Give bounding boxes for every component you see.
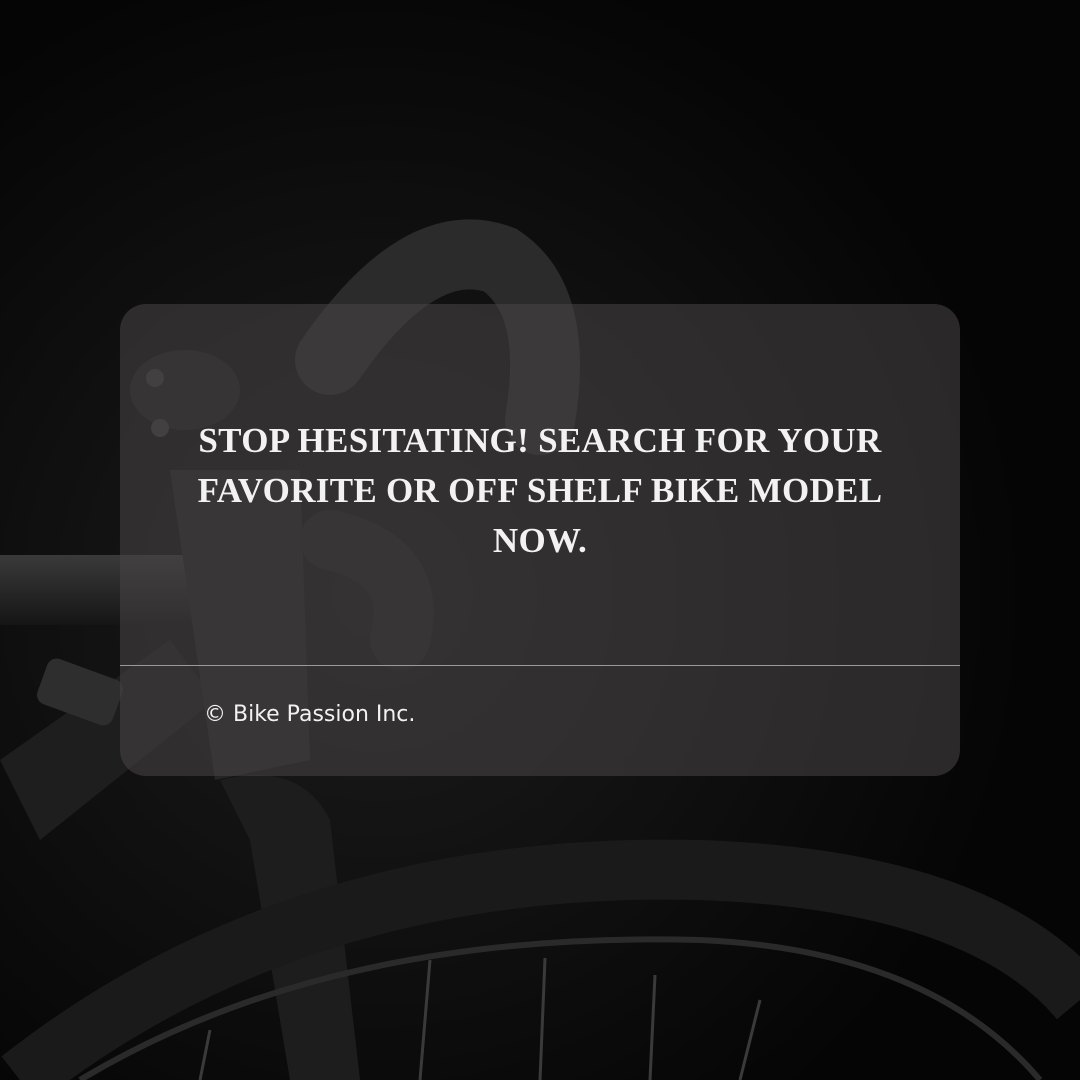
headline: STOP HESITATING! SEARCH FOR YOUR FAVORIT… — [120, 416, 960, 566]
divider — [120, 665, 960, 666]
headline-line: NOW. — [492, 521, 588, 560]
headline-line: FAVORITE OR OFF SHELF BIKE MODEL — [197, 471, 883, 510]
copyright-text: © Bike Passion Inc. — [204, 702, 416, 727]
headline-line: STOP HESITATING! SEARCH FOR YOUR — [198, 421, 882, 460]
message-card: STOP HESITATING! SEARCH FOR YOUR FAVORIT… — [120, 304, 960, 776]
